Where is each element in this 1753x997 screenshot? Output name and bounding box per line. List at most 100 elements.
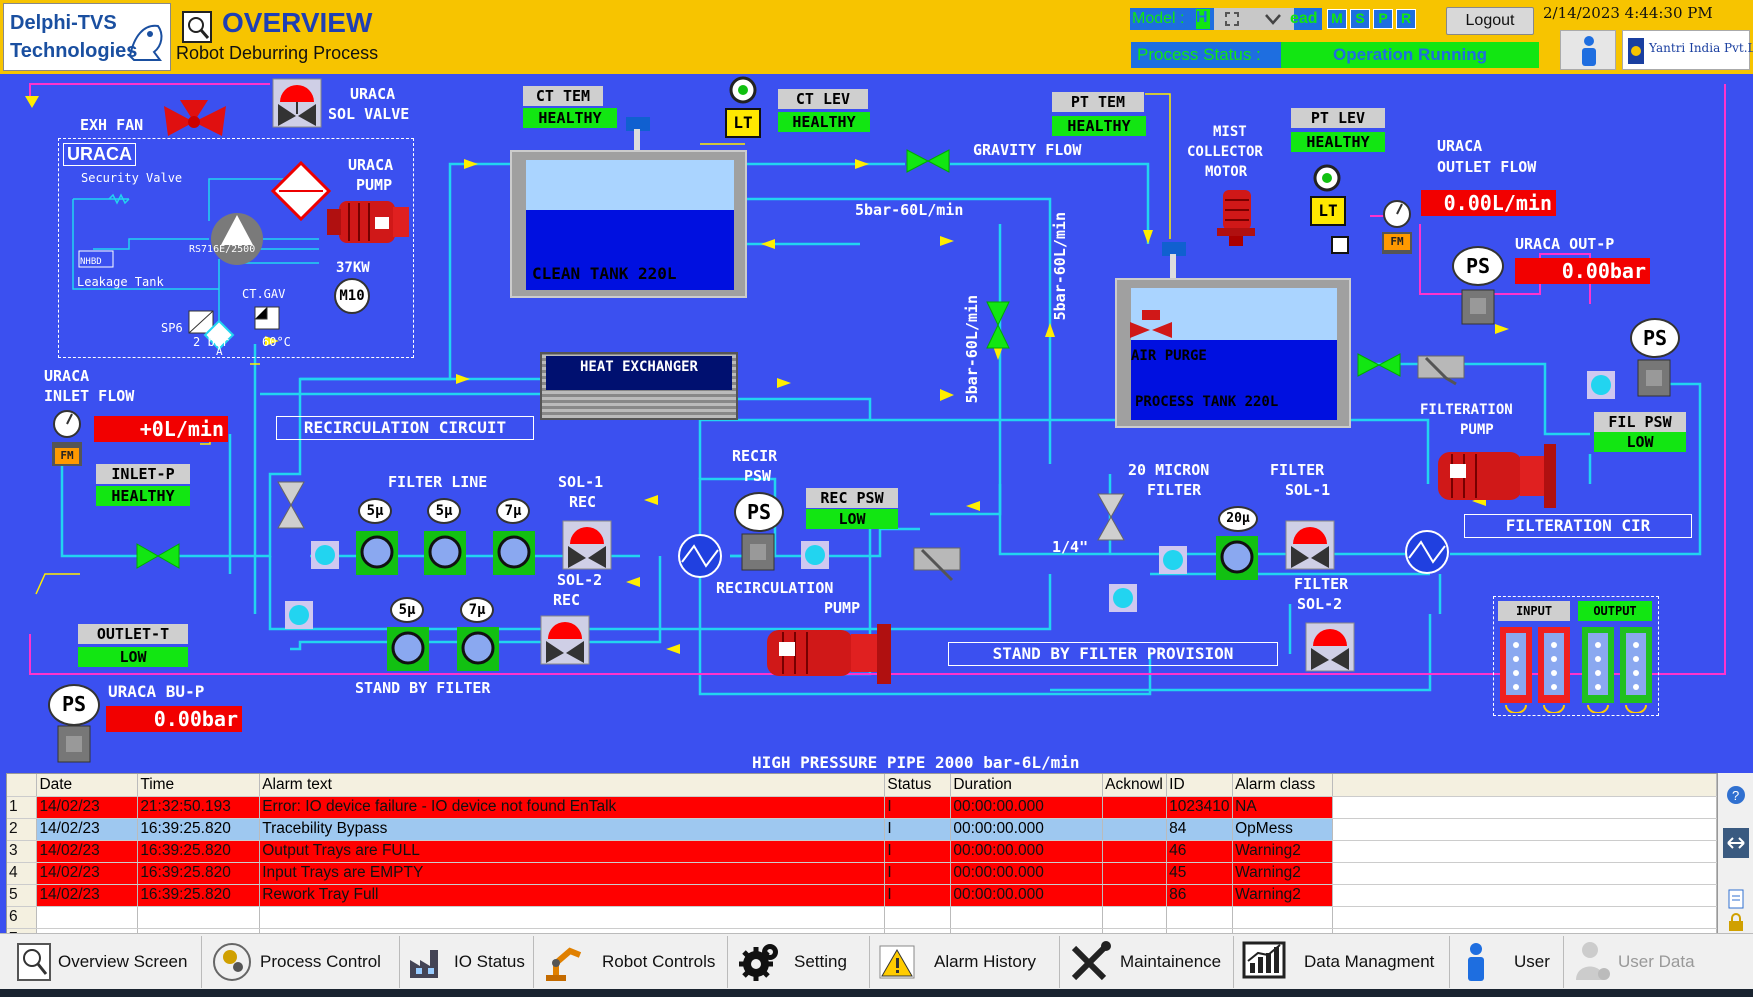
motor-m10[interactable]: M10 bbox=[334, 278, 370, 314]
alarm-date: 14/02/23 bbox=[36, 796, 139, 819]
col-header-id[interactable]: ID bbox=[1166, 774, 1234, 797]
filter-line-valve-icon[interactable] bbox=[276, 480, 306, 530]
col-header-acknowledge[interactable]: Acknowl bbox=[1102, 774, 1168, 797]
col-header-status[interactable]: Status bbox=[884, 774, 952, 797]
alarm-date: 14/02/23 bbox=[36, 884, 139, 907]
sol1-rec-valve-icon[interactable] bbox=[562, 520, 612, 570]
alarm-row[interactable]: 1 14/02/23 21:32:50.193 Error: IO device fa… bbox=[7, 796, 1717, 819]
leakage-tank-label: Leakage Tank bbox=[77, 275, 164, 289]
alarm-table: Date Time Alarm text Status Duration Ack… bbox=[6, 773, 1718, 951]
alarm-ack bbox=[1102, 906, 1168, 929]
out-p-pressure-switch[interactable]: PS bbox=[1452, 246, 1504, 286]
filter-sol1-valve-icon[interactable] bbox=[1285, 520, 1335, 570]
alarm-filler bbox=[1332, 906, 1717, 929]
alarm-time bbox=[137, 906, 261, 929]
filter-sol1-label-1: FILTER bbox=[1270, 461, 1325, 479]
alarm-row[interactable]: 2 14/02/23 16:39:25.820 Tracebility Bypass I… bbox=[7, 818, 1717, 841]
nav-maintainence[interactable]: Maintainence bbox=[1062, 936, 1234, 988]
col-header-alarm-class[interactable]: Alarm class bbox=[1232, 774, 1334, 797]
micron-filter-size: 20μ bbox=[1218, 506, 1258, 532]
recirculation-heat-exchanger-icon bbox=[678, 534, 722, 578]
pt-lev-status: HEALTHY bbox=[1291, 132, 1385, 152]
alarm-row[interactable]: 6 bbox=[7, 906, 1717, 929]
nav-user[interactable]: User bbox=[1452, 936, 1564, 988]
document-icon[interactable] bbox=[1726, 889, 1746, 909]
model-popup[interactable] bbox=[1214, 8, 1294, 30]
pt-lev-label: PT LEV bbox=[1291, 108, 1385, 128]
gravity-flow-valve-icon[interactable] bbox=[905, 148, 951, 174]
col-header-time[interactable]: Time bbox=[137, 774, 261, 797]
stand-by-filter-2-size: 7μ bbox=[460, 597, 494, 623]
alarm-row[interactable]: 4 14/02/23 16:39:25.820 Input Trays are EMP… bbox=[7, 862, 1717, 885]
out-p-value: 0.00bar bbox=[1515, 258, 1650, 284]
row-index: 5 bbox=[7, 884, 38, 907]
mode-s-button[interactable]: S bbox=[1350, 9, 1370, 29]
pt-level-transmitter[interactable]: LT bbox=[1310, 196, 1346, 226]
vertical-valve-icon[interactable] bbox=[985, 300, 1011, 350]
nav-data-managment[interactable]: Data Managment bbox=[1236, 936, 1450, 988]
chevron-down-icon bbox=[1265, 14, 1281, 25]
col-header-alarm-text[interactable]: Alarm text bbox=[259, 774, 886, 797]
alarm-id: 46 bbox=[1166, 840, 1234, 863]
alarm-row[interactable]: 3 14/02/23 16:39:25.820 Output Trays are FU… bbox=[7, 840, 1717, 863]
uraca-sol-valve-icon[interactable] bbox=[272, 78, 322, 128]
alarm-ack bbox=[1102, 818, 1168, 841]
nav-process-control[interactable]: Process Control bbox=[204, 936, 400, 988]
recir-sight-glass-icon bbox=[801, 541, 829, 569]
robot-arm-icon bbox=[546, 947, 582, 981]
mode-m-button[interactable]: M bbox=[1327, 9, 1347, 29]
col-header-date[interactable]: Date bbox=[36, 774, 139, 797]
stand-by-filter-1-icon[interactable] bbox=[386, 626, 430, 672]
overview-screen: Delphi-TVS Technologies OVERVIEW Robot D… bbox=[0, 0, 1753, 997]
nav-user-data[interactable]: User Data bbox=[1566, 936, 1726, 988]
filteration-inlet-valve-icon[interactable] bbox=[1356, 352, 1402, 378]
col-header-duration[interactable]: Duration bbox=[950, 774, 1104, 797]
filter-1-icon[interactable] bbox=[355, 530, 399, 576]
logout-button[interactable]: Logout bbox=[1446, 7, 1534, 35]
bu-p-pressure-switch[interactable]: PS bbox=[48, 684, 100, 726]
nav-robot-controls[interactable]: Robot Controls bbox=[536, 936, 728, 988]
lock-icon[interactable] bbox=[1726, 913, 1746, 931]
user-button[interactable] bbox=[1560, 30, 1616, 70]
help-icon[interactable]: ? bbox=[1726, 785, 1746, 805]
page-subtitle: Robot Deburring Process bbox=[176, 43, 379, 63]
uraca-outlet-flow-label-2: OUTLET FLOW bbox=[1437, 158, 1537, 176]
nav-overview-screen[interactable]: Overview Screen bbox=[10, 936, 202, 988]
recir-pressure-switch[interactable]: PS bbox=[734, 492, 784, 532]
factory-icon bbox=[410, 950, 438, 978]
user-data-icon bbox=[1576, 942, 1610, 980]
model-value: H bbox=[1196, 9, 1210, 29]
inlet-valve-icon[interactable] bbox=[135, 542, 181, 570]
fil-pressure-switch[interactable]: PS bbox=[1630, 318, 1680, 358]
stand-by-filter-2-icon[interactable] bbox=[456, 626, 500, 672]
pt-level-switch bbox=[1331, 236, 1349, 254]
uraca-pump-icon[interactable] bbox=[325, 195, 411, 251]
micron-filter-icon[interactable] bbox=[1215, 535, 1259, 581]
ct-level-transmitter[interactable]: LT bbox=[725, 108, 761, 138]
filteration-pump-icon[interactable] bbox=[1436, 442, 1564, 510]
mist-collector-motor-icon[interactable] bbox=[1215, 188, 1257, 248]
filter-2-icon[interactable] bbox=[423, 530, 467, 576]
filter-3-icon[interactable] bbox=[492, 530, 536, 576]
alarm-row[interactable]: 5 14/02/23 16:39:25.820 Rework Tray Full I 00… bbox=[7, 884, 1717, 907]
air-purge-label: AIR PURGE bbox=[1131, 348, 1207, 364]
uraca-pump-label-2: PUMP bbox=[356, 176, 393, 194]
warning-icon bbox=[879, 945, 915, 979]
mode-p-button[interactable]: P bbox=[1373, 9, 1393, 29]
nav-io-status[interactable]: IO Status bbox=[402, 936, 534, 988]
company-logo: Delphi-TVS Technologies bbox=[3, 3, 171, 71]
nav-alarm-history[interactable]: Alarm History bbox=[872, 936, 1060, 988]
filter-sol2-valve-icon[interactable] bbox=[1305, 622, 1355, 672]
filter-sol2-label-2: SOL-2 bbox=[1297, 595, 1343, 613]
outlet-fm-tag: FM bbox=[1384, 234, 1410, 250]
lion-emblem-icon bbox=[128, 24, 163, 61]
recirculation-pump-icon[interactable] bbox=[765, 622, 897, 686]
nav-label: User bbox=[1514, 952, 1550, 971]
sol2-rec-valve-icon[interactable] bbox=[540, 615, 590, 665]
micron-valve-icon[interactable] bbox=[1096, 492, 1126, 542]
nav-setting[interactable]: Setting bbox=[730, 936, 870, 988]
mode-r-button[interactable]: R bbox=[1396, 9, 1416, 29]
air-purge-valve-icon[interactable] bbox=[1128, 308, 1174, 346]
expand-panel-icon[interactable] bbox=[1722, 827, 1750, 859]
clean-tank-label: CLEAN TANK 220L bbox=[532, 264, 677, 283]
